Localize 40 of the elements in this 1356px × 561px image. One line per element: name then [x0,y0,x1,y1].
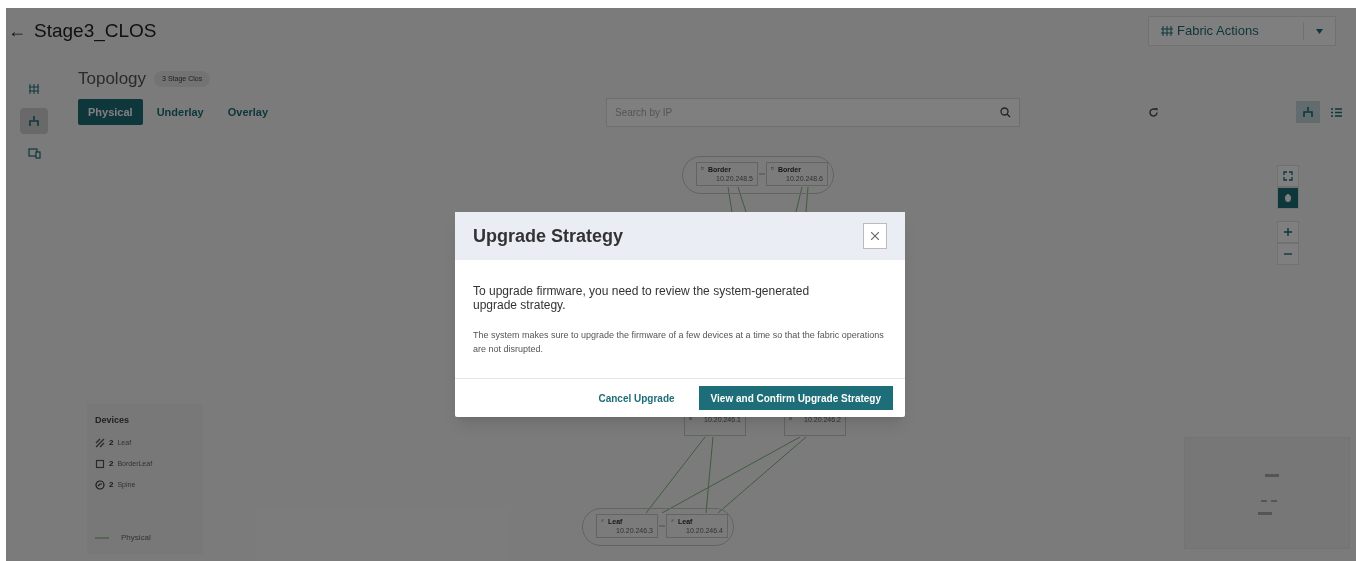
plus-icon [1283,227,1293,237]
view-tab[interactable]: Overlay [217,99,279,125]
link-line-icon [95,537,109,539]
legend-count: 2 [109,458,114,470]
network-icon [1302,106,1314,118]
dialog-message: To upgrade firmware, you need to review the system-generated upgrade strategy. [473,284,811,312]
grid-icon [28,83,40,95]
close-icon [871,232,879,240]
devices-icon [27,147,41,159]
page-title: Stage3_CLOS [34,18,157,44]
fabric-actions-button[interactable]: Fabric Actions [1148,16,1336,46]
grid-icon [1161,26,1173,36]
map-control-button[interactable] [1277,165,1299,187]
view-tab[interactable]: Physical [78,99,143,125]
legend-label: Physical [121,532,151,544]
fullscreen-icon [1283,171,1293,181]
refresh-icon[interactable] [1148,106,1159,118]
map-control-button[interactable] [1277,187,1299,209]
section-title: Topology [78,68,147,91]
sidebar-item[interactable] [20,108,48,134]
list-icon [1330,107,1342,117]
dialog-note: The system makes sure to upgrade the firmware of a few devices at a time so that the fabric operations are not disrupted. [473,329,885,356]
map-control-button[interactable] [1277,221,1299,243]
legend-count: 2 [109,437,114,449]
close-button[interactable] [863,223,887,249]
back-arrow-icon[interactable]: ← [8,22,26,40]
hand-icon [1283,193,1293,203]
confirm-button[interactable]: View and Confirm Upgrade Strategy [698,386,893,410]
dialog-title: Upgrade Strategy [473,224,624,248]
search-icon[interactable] [1000,106,1011,118]
network-icon [28,115,40,127]
view-tab[interactable]: Underlay [146,99,214,125]
square-icon [95,459,105,469]
graph-view-toggle[interactable] [1296,101,1320,123]
caret-icon[interactable] [1316,28,1323,34]
legend-title: Devices [95,414,131,427]
cancel-button[interactable]: Cancel Upgrade [586,386,687,410]
circle-arrow-icon [95,480,105,490]
legend-count: 2 [109,479,114,491]
map-control-button[interactable] [1277,243,1299,265]
